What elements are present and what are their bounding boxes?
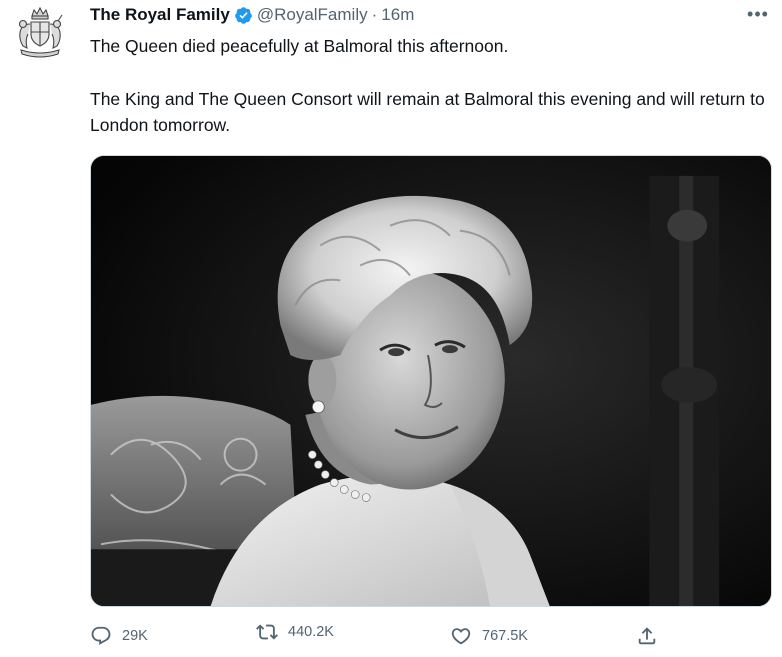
heart-icon (451, 628, 471, 645)
timestamp[interactable]: 16m (381, 5, 414, 25)
tweet-paragraph: The King and The Queen Consort will rema… (90, 89, 765, 135)
separator: · (371, 5, 378, 24)
tweet-photo[interactable] (90, 155, 772, 607)
reply-icon (91, 626, 111, 645)
like-count: 767.5K (482, 628, 528, 644)
share-button[interactable] (636, 620, 668, 652)
royal-coat-of-arms-icon (18, 6, 63, 58)
reply-count: 29K (122, 628, 148, 644)
portrait-photo (91, 156, 771, 606)
tweet-text: The Queen died peacefully at Balmoral th… (90, 33, 770, 138)
tweet-header: The Royal Family @RoyalFamily · 16m (90, 3, 414, 27)
reply-button[interactable]: 29K (90, 620, 148, 652)
display-name[interactable]: The Royal Family (90, 5, 230, 25)
action-bar: 29K 440.2K 767.5K (90, 620, 680, 652)
retweet-count: 440.2K (288, 624, 334, 640)
more-options-icon[interactable]: ••• (746, 4, 770, 24)
retweet-icon (256, 624, 278, 640)
share-icon (638, 627, 656, 645)
verified-badge-icon (235, 6, 252, 24)
retweet-button[interactable]: 440.2K (256, 616, 334, 648)
tweet-paragraph: The Queen died peacefully at Balmoral th… (90, 36, 509, 56)
avatar[interactable] (12, 4, 68, 60)
handle[interactable]: @RoyalFamily (257, 5, 368, 25)
tweet[interactable]: The Royal Family @RoyalFamily · 16m ••• … (0, 0, 782, 657)
like-button[interactable]: 767.5K (450, 620, 528, 652)
